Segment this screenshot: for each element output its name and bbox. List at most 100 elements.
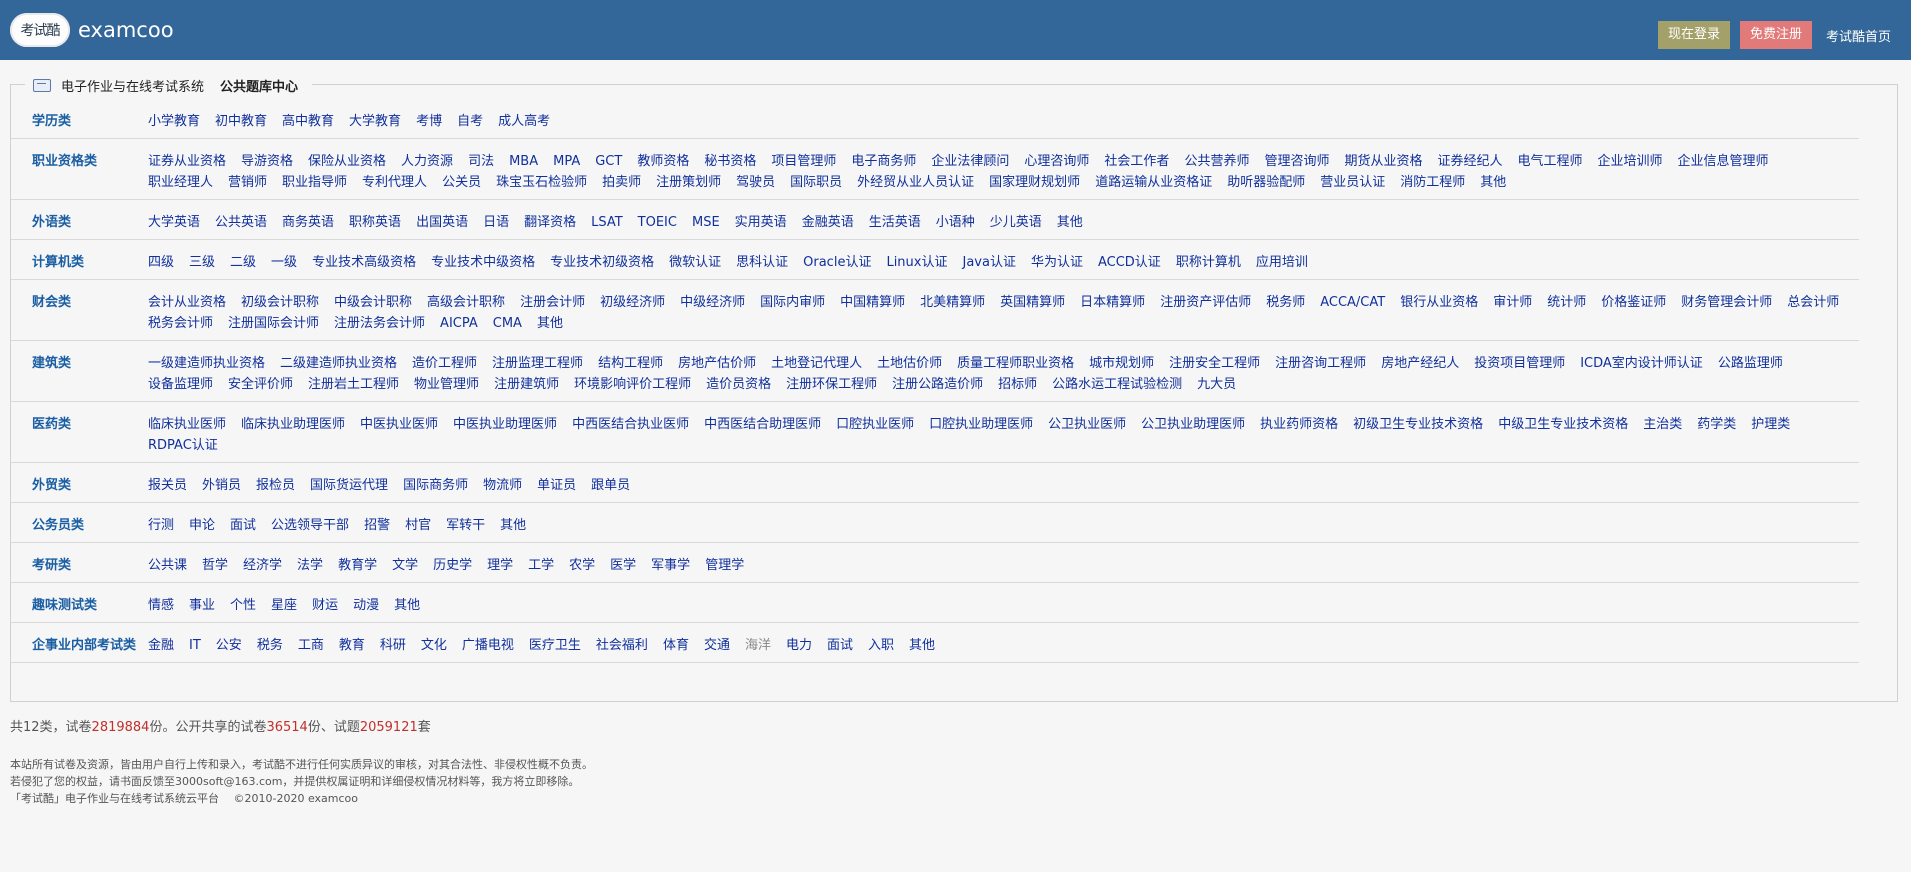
category-link[interactable]: 房地产经纪人 bbox=[1381, 353, 1459, 374]
category-link[interactable]: 工学 bbox=[528, 555, 554, 576]
category-link[interactable]: 成人高考 bbox=[498, 111, 550, 132]
category-title[interactable]: 公务员类 bbox=[11, 515, 148, 536]
category-link[interactable]: 口腔执业医师 bbox=[836, 414, 914, 435]
login-button[interactable]: 现在登录 bbox=[1657, 21, 1730, 49]
category-link[interactable]: 电子商务师 bbox=[851, 151, 916, 172]
category-link[interactable]: 消防工程师 bbox=[1400, 172, 1465, 193]
category-link[interactable]: 出国英语 bbox=[416, 212, 468, 233]
category-link[interactable]: 公共英语 bbox=[215, 212, 267, 233]
category-link[interactable]: 护理类 bbox=[1751, 414, 1790, 435]
category-link[interactable]: 动漫 bbox=[353, 595, 379, 616]
category-link[interactable]: 理学 bbox=[487, 555, 513, 576]
category-link[interactable]: 文化 bbox=[421, 635, 447, 656]
category-link[interactable]: 一级建造师执业资格 bbox=[148, 353, 265, 374]
category-link[interactable]: ICDA室内设计师认证 bbox=[1580, 353, 1703, 374]
site-logo[interactable]: 考试酷 examcoo bbox=[10, 13, 174, 47]
category-link[interactable]: 其他 bbox=[1480, 172, 1506, 193]
category-link[interactable]: 中国精算师 bbox=[840, 292, 905, 313]
category-link[interactable]: 营销师 bbox=[228, 172, 267, 193]
category-link[interactable]: MSE bbox=[692, 212, 720, 233]
category-link[interactable]: 证券经纪人 bbox=[1437, 151, 1502, 172]
category-link[interactable]: 秘书资格 bbox=[704, 151, 756, 172]
category-link[interactable]: 社会工作者 bbox=[1104, 151, 1169, 172]
category-link[interactable]: 企业法律顾问 bbox=[931, 151, 1009, 172]
category-link[interactable]: 跟单员 bbox=[591, 475, 630, 496]
category-link[interactable]: 中级经济师 bbox=[680, 292, 745, 313]
category-link[interactable]: 专业技术初级资格 bbox=[550, 252, 654, 273]
home-link[interactable]: 考试酷首页 bbox=[1826, 26, 1891, 45]
category-link[interactable]: 申论 bbox=[189, 515, 215, 536]
category-link[interactable]: 社会福利 bbox=[596, 635, 648, 656]
category-link[interactable]: Oracle认证 bbox=[803, 252, 871, 273]
category-link[interactable]: 高级会计职称 bbox=[427, 292, 505, 313]
category-link[interactable]: 中医执业助理医师 bbox=[453, 414, 557, 435]
category-link[interactable]: 职称计算机 bbox=[1176, 252, 1241, 273]
category-link[interactable]: 管理咨询师 bbox=[1264, 151, 1329, 172]
category-link[interactable]: 体育 bbox=[663, 635, 689, 656]
category-link[interactable]: 造价员资格 bbox=[706, 374, 771, 395]
category-link[interactable]: 公路监理师 bbox=[1718, 353, 1783, 374]
category-link[interactable]: 自考 bbox=[457, 111, 483, 132]
category-link[interactable]: 注册资产评估师 bbox=[1160, 292, 1251, 313]
category-link[interactable]: 驾驶员 bbox=[736, 172, 775, 193]
category-link[interactable]: 北美精算师 bbox=[920, 292, 985, 313]
category-link[interactable]: 注册建筑师 bbox=[494, 374, 559, 395]
category-link[interactable]: 一级 bbox=[271, 252, 297, 273]
category-link[interactable]: 小语种 bbox=[936, 212, 975, 233]
category-link[interactable]: 结构工程师 bbox=[598, 353, 663, 374]
category-link[interactable]: GCT bbox=[595, 151, 622, 172]
category-link[interactable]: MBA bbox=[509, 151, 538, 172]
category-link[interactable]: 税务会计师 bbox=[148, 313, 213, 334]
category-link[interactable]: 教育 bbox=[339, 635, 365, 656]
category-title[interactable]: 考研类 bbox=[11, 555, 148, 576]
category-link[interactable]: 公卫执业助理医师 bbox=[1141, 414, 1245, 435]
category-link[interactable]: 面试 bbox=[230, 515, 256, 536]
category-link[interactable]: 土地估价师 bbox=[877, 353, 942, 374]
category-link[interactable]: 思科认证 bbox=[736, 252, 788, 273]
category-link[interactable]: 城市规划师 bbox=[1089, 353, 1154, 374]
category-link[interactable]: 造价工程师 bbox=[412, 353, 477, 374]
category-link[interactable]: 环境影响评价工程师 bbox=[574, 374, 691, 395]
category-link[interactable]: 个性 bbox=[230, 595, 256, 616]
category-link[interactable]: 初级会计职称 bbox=[241, 292, 319, 313]
category-link[interactable]: 电气工程师 bbox=[1518, 151, 1583, 172]
category-link[interactable]: 注册会计师 bbox=[520, 292, 585, 313]
category-link[interactable]: IT bbox=[189, 635, 201, 656]
category-title[interactable]: 学历类 bbox=[11, 111, 148, 132]
category-link[interactable]: 药学类 bbox=[1697, 414, 1736, 435]
category-link[interactable]: 法学 bbox=[297, 555, 323, 576]
category-link[interactable]: 生活英语 bbox=[869, 212, 921, 233]
category-link[interactable]: 微软认证 bbox=[669, 252, 721, 273]
category-link[interactable]: 司法 bbox=[468, 151, 494, 172]
category-link[interactable]: 二级建造师执业资格 bbox=[280, 353, 397, 374]
category-link[interactable]: 外经贸从业人员认证 bbox=[857, 172, 974, 193]
category-link[interactable]: 其他 bbox=[394, 595, 420, 616]
category-link[interactable]: 公共营养师 bbox=[1184, 151, 1249, 172]
category-link[interactable]: 中医执业医师 bbox=[360, 414, 438, 435]
category-link[interactable]: 人力资源 bbox=[401, 151, 453, 172]
category-link[interactable]: 少儿英语 bbox=[990, 212, 1042, 233]
category-title[interactable]: 医药类 bbox=[11, 414, 148, 456]
category-link[interactable]: 招警 bbox=[364, 515, 390, 536]
category-link[interactable]: 企业信息管理师 bbox=[1678, 151, 1769, 172]
category-link[interactable]: 交通 bbox=[704, 635, 730, 656]
category-link[interactable]: 国家理财规划师 bbox=[989, 172, 1080, 193]
category-link[interactable]: 注册法务会计师 bbox=[334, 313, 425, 334]
category-link[interactable]: 会计从业资格 bbox=[148, 292, 226, 313]
category-link[interactable]: 物流师 bbox=[483, 475, 522, 496]
category-link[interactable]: 大学教育 bbox=[349, 111, 401, 132]
category-link[interactable]: 财务管理会计师 bbox=[1681, 292, 1772, 313]
category-link[interactable]: 工商 bbox=[298, 635, 324, 656]
category-link[interactable]: 心理咨询师 bbox=[1024, 151, 1089, 172]
category-link[interactable]: 军转干 bbox=[446, 515, 485, 536]
category-link[interactable]: 专业技术高级资格 bbox=[312, 252, 416, 273]
category-link[interactable]: 税务 bbox=[257, 635, 283, 656]
category-link[interactable]: 教育学 bbox=[338, 555, 377, 576]
category-link[interactable]: 珠宝玉石检验师 bbox=[496, 172, 587, 193]
category-link[interactable]: 职业经理人 bbox=[148, 172, 213, 193]
category-link[interactable]: 总会计师 bbox=[1787, 292, 1839, 313]
category-link[interactable]: 报关员 bbox=[148, 475, 187, 496]
category-link[interactable]: 企业培训师 bbox=[1598, 151, 1663, 172]
category-link[interactable]: 事业 bbox=[189, 595, 215, 616]
category-link[interactable]: MPA bbox=[553, 151, 580, 172]
